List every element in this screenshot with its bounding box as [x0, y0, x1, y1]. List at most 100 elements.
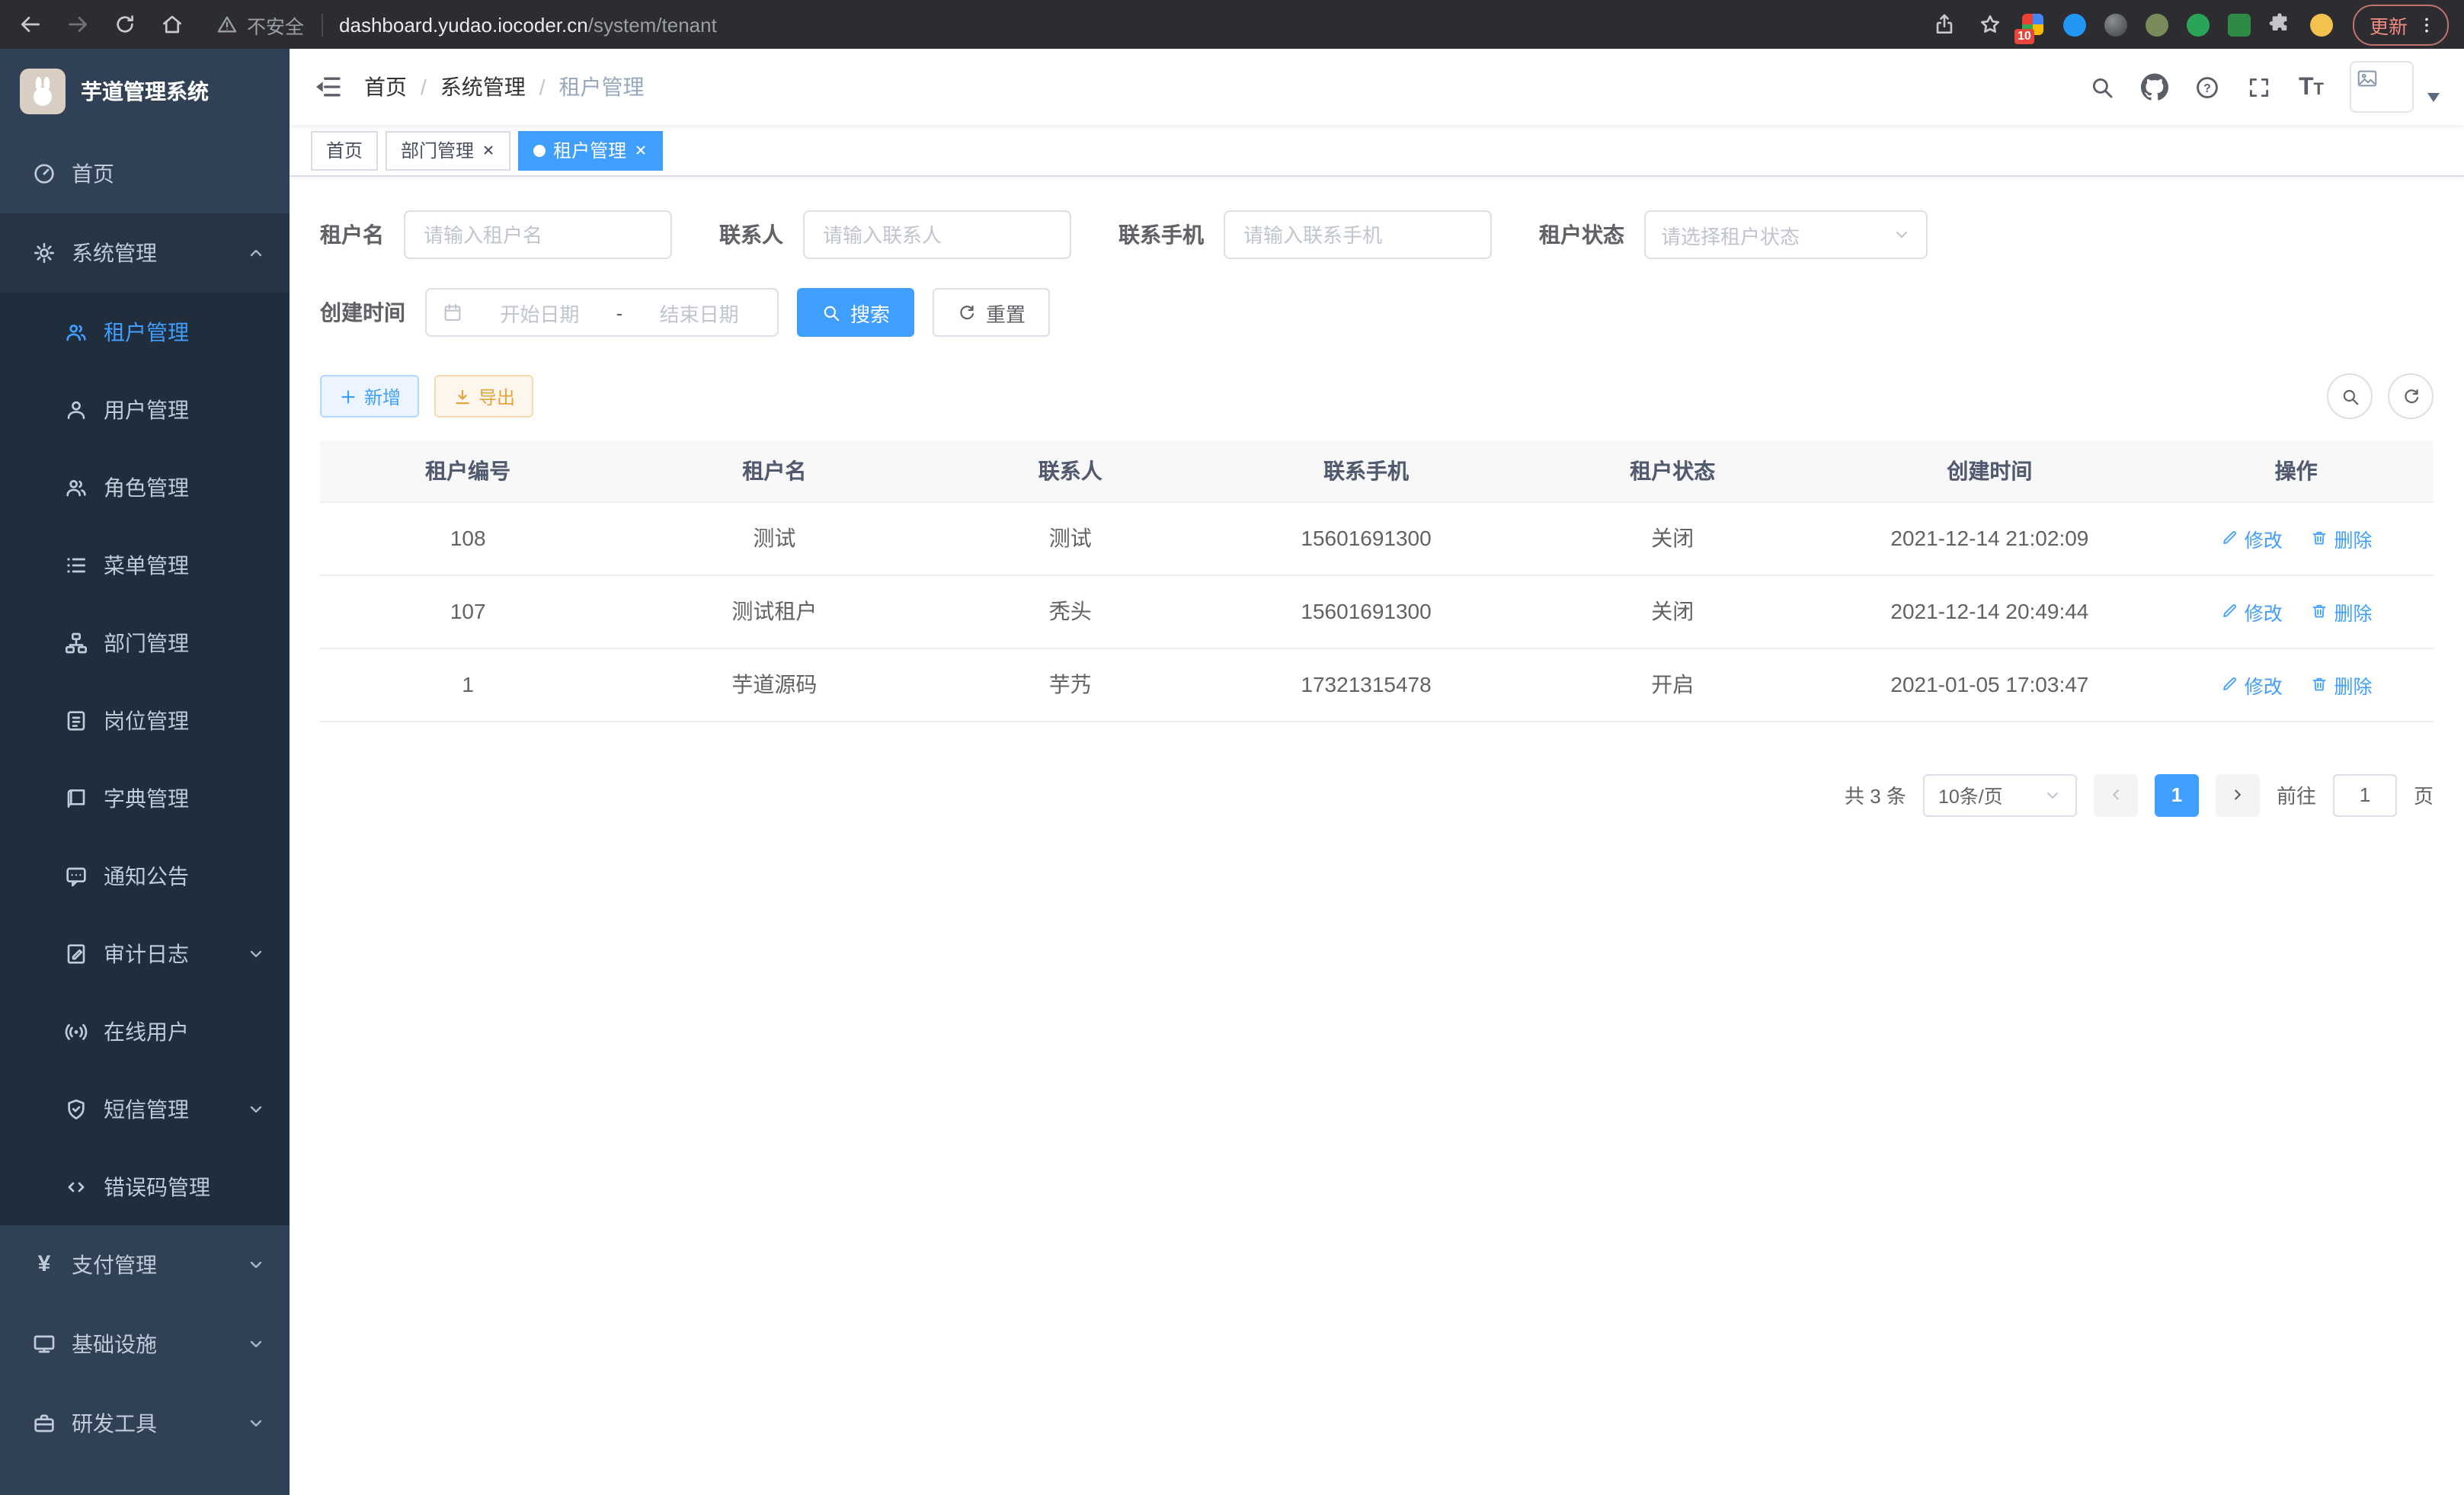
- tenant-name-label: 租户名: [320, 219, 384, 250]
- chrome-update-button[interactable]: 更新: [2353, 4, 2449, 45]
- svg-text:?: ?: [2204, 82, 2212, 94]
- browser-back-icon[interactable]: [15, 9, 46, 40]
- table-row: 108 测试 测试 15601691300 关闭 2021-12-14 21:0…: [320, 501, 2434, 575]
- trash-icon: [2310, 529, 2328, 547]
- ext-badge: 10: [2014, 28, 2034, 43]
- app-logo[interactable]: 芋道管理系统: [0, 49, 290, 134]
- sidebar-item-notice[interactable]: 通知公告: [0, 837, 290, 914]
- chevron-down-icon: [247, 944, 265, 962]
- page-content: 租户名 联系人 联系手机 租户状态 请选择租户状态: [290, 177, 2464, 1495]
- export-button[interactable]: 导出: [434, 375, 533, 418]
- address-bar[interactable]: dashboard.yudao.iocoder.cn/system/tenant: [339, 13, 1912, 36]
- date-range-picker[interactable]: 开始日期 - 结束日期: [425, 288, 779, 337]
- prev-page-button[interactable]: [2094, 773, 2138, 816]
- dict-book-icon: [64, 786, 88, 810]
- sidebar-item-error-code[interactable]: 错误码管理: [0, 1148, 290, 1225]
- sidebar-item-infrastructure[interactable]: 基础设施: [0, 1305, 290, 1384]
- sidebar-item-dept[interactable]: 部门管理: [0, 603, 290, 681]
- delete-button[interactable]: 删除: [2310, 523, 2373, 552]
- ext-grid-icon[interactable]: 10: [2021, 11, 2046, 37]
- payment-yen-icon: ¥: [32, 1253, 56, 1277]
- sidebar-item-dict[interactable]: 字典管理: [0, 759, 290, 837]
- add-button[interactable]: 新增: [320, 375, 419, 418]
- tab-tenant[interactable]: 租户管理: [518, 130, 663, 170]
- help-question-icon[interactable]: ?: [2195, 74, 2221, 100]
- header-search-icon[interactable]: [2090, 74, 2116, 100]
- toggle-search-button[interactable]: [2327, 373, 2373, 419]
- goto-page-input[interactable]: [2333, 773, 2397, 816]
- sidebar-item-role[interactable]: 角色管理: [0, 448, 290, 526]
- sidebar-item-home[interactable]: 首页: [0, 134, 290, 213]
- sidebar-item-tenant[interactable]: 租户管理: [0, 293, 290, 370]
- contact-input[interactable]: [803, 210, 1071, 259]
- next-page-button[interactable]: [2216, 773, 2260, 816]
- tab-close-icon[interactable]: [634, 143, 648, 157]
- sidebar-item-online-user[interactable]: 在线用户: [0, 992, 290, 1070]
- sidebar-item-payment[interactable]: ¥ 支付管理: [0, 1225, 290, 1305]
- create-time-label: 创建时间: [320, 297, 405, 328]
- devtools-icon: [32, 1411, 56, 1436]
- delete-button[interactable]: 删除: [2310, 597, 2373, 626]
- tenant-table: 租户编号 租户名 联系人 联系手机 租户状态 创建时间 操作 108 测试: [320, 440, 2434, 722]
- sidebar-item-post[interactable]: 岗位管理: [0, 681, 290, 759]
- sidebar-toggle-icon[interactable]: [290, 72, 364, 102]
- user-avatar[interactable]: [2350, 61, 2414, 113]
- browser-reload-icon[interactable]: [110, 9, 140, 40]
- page-number-button[interactable]: 1: [2155, 773, 2199, 816]
- ext-drop-icon[interactable]: [2062, 11, 2088, 37]
- error-code-icon: [64, 1174, 88, 1199]
- refresh-table-button[interactable]: [2388, 373, 2434, 419]
- caret-down-icon[interactable]: [2427, 93, 2440, 102]
- breadcrumb: 首页 / 系统管理 / 租户管理: [364, 72, 645, 102]
- col-contact: 联系人: [933, 440, 1208, 501]
- browser-home-icon[interactable]: [157, 9, 187, 40]
- reset-button[interactable]: 重置: [933, 288, 1050, 337]
- url-path: /system/tenant: [588, 13, 717, 36]
- bookmark-star-icon[interactable]: [1975, 9, 2005, 40]
- sidebar-item-system[interactable]: 系统管理: [0, 213, 290, 293]
- ext-sphere-icon[interactable]: [2103, 11, 2129, 37]
- font-size-icon[interactable]: TT: [2299, 75, 2324, 98]
- ext-avatar-icon[interactable]: [2309, 11, 2334, 37]
- tenant-name-input[interactable]: [404, 210, 672, 259]
- browser-forward-icon[interactable]: [62, 9, 93, 40]
- sidebar-item-menu[interactable]: 菜单管理: [0, 526, 290, 603]
- ext-olive-icon[interactable]: [2144, 11, 2170, 37]
- trash-icon: [2310, 602, 2328, 620]
- sidebar-item-audit-log[interactable]: 审计日志: [0, 914, 290, 992]
- github-icon[interactable]: [2142, 73, 2169, 101]
- chevron-right-icon: [2229, 786, 2246, 803]
- ext-green-circle-icon[interactable]: [2185, 11, 2211, 37]
- page-size-select[interactable]: 10条/页: [1923, 773, 2077, 816]
- edit-button[interactable]: 修改: [2220, 670, 2283, 699]
- search-button[interactable]: 搜索: [797, 288, 914, 337]
- col-actions: 操作: [2158, 440, 2434, 501]
- mobile-input[interactable]: [1224, 210, 1492, 259]
- status-select[interactable]: 请选择租户状态: [1644, 210, 1928, 259]
- tab-close-icon[interactable]: [482, 143, 495, 157]
- tab-dept[interactable]: 部门管理: [386, 130, 510, 170]
- sidebar-item-devtools[interactable]: 研发工具: [0, 1384, 290, 1463]
- infrastructure-monitor-icon: [32, 1332, 56, 1356]
- tab-home[interactable]: 首页: [311, 130, 378, 170]
- sidebar-item-sms[interactable]: 短信管理: [0, 1070, 290, 1148]
- security-chip[interactable]: 不安全: [216, 10, 304, 39]
- extensions-puzzle-icon[interactable]: [2267, 11, 2293, 37]
- breadcrumb-system[interactable]: 系统管理: [440, 72, 526, 102]
- fullscreen-icon[interactable]: [2247, 74, 2273, 100]
- breadcrumb-home[interactable]: 首页: [364, 72, 407, 102]
- chevron-left-icon: [2107, 786, 2124, 803]
- col-created: 创建时间: [1820, 440, 2158, 501]
- share-icon[interactable]: [1929, 9, 1960, 40]
- mobile-label: 联系手机: [1118, 219, 1204, 250]
- sidebar-item-user[interactable]: 用户管理: [0, 370, 290, 448]
- edit-button[interactable]: 修改: [2220, 523, 2283, 552]
- table-row: 107 测试租户 秃头 15601691300 关闭 2021-12-14 20…: [320, 575, 2434, 648]
- plus-icon: [338, 386, 358, 406]
- date-end-placeholder: 结束日期: [636, 298, 762, 327]
- ext-green-square-icon[interactable]: [2226, 11, 2252, 37]
- app-title: 芋道管理系统: [81, 76, 209, 107]
- browser-chrome: 不安全 dashboard.yudao.iocoder.cn/system/te…: [0, 0, 2464, 49]
- delete-button[interactable]: 删除: [2310, 670, 2373, 699]
- edit-button[interactable]: 修改: [2220, 597, 2283, 626]
